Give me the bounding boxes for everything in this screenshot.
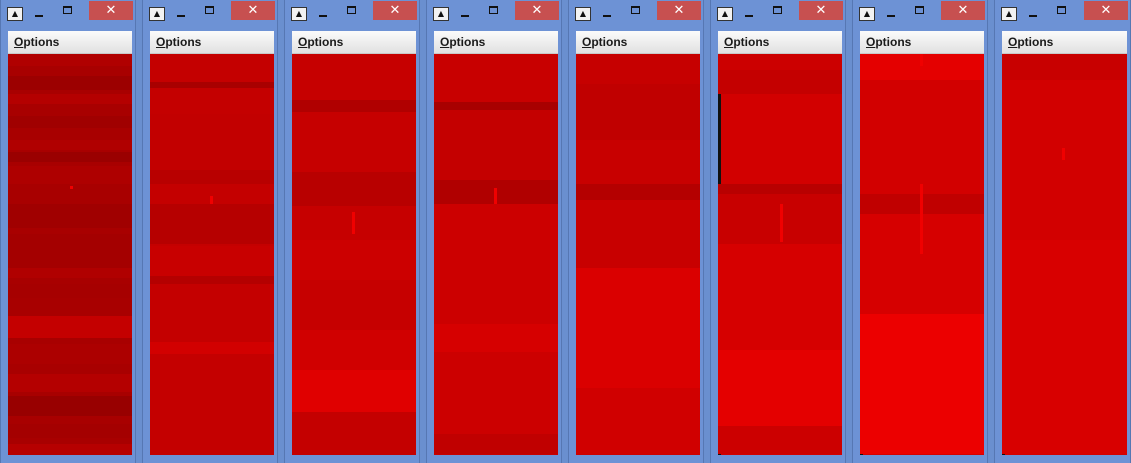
close-button[interactable]: ✕ bbox=[373, 1, 417, 20]
close-button[interactable]: ✕ bbox=[657, 1, 701, 20]
canvas-mark bbox=[920, 184, 923, 254]
minimize-icon[interactable] bbox=[603, 15, 611, 17]
options-label: ptions bbox=[23, 35, 60, 49]
app-icon[interactable]: ▲ bbox=[717, 7, 733, 21]
drawing-canvas[interactable] bbox=[434, 54, 558, 455]
options-menu[interactable]: Options bbox=[1008, 35, 1053, 49]
canvas-mark bbox=[70, 186, 73, 189]
drawing-canvas[interactable] bbox=[576, 54, 700, 455]
options-menu[interactable]: Options bbox=[724, 35, 769, 49]
title-bar[interactable]: ▲ ✕ bbox=[569, 0, 703, 28]
maximize-icon[interactable] bbox=[773, 6, 782, 14]
title-bar[interactable]: ▲ ✕ bbox=[711, 0, 845, 28]
app-window: ▲ ✕ Options bbox=[426, 0, 562, 463]
menu-bar: Options bbox=[434, 31, 558, 54]
maximize-icon[interactable] bbox=[347, 6, 356, 14]
title-bar[interactable]: ▲ ✕ bbox=[1, 0, 135, 28]
drawing-canvas[interactable] bbox=[718, 54, 842, 455]
app-icon[interactable]: ▲ bbox=[859, 7, 875, 21]
close-button[interactable]: ✕ bbox=[799, 1, 843, 20]
options-label: ptions bbox=[307, 35, 344, 49]
minimize-icon[interactable] bbox=[35, 15, 43, 17]
close-button[interactable]: ✕ bbox=[515, 1, 559, 20]
menu-bar: Options bbox=[860, 31, 984, 54]
maximize-icon[interactable] bbox=[631, 6, 640, 14]
options-label: ptions bbox=[733, 35, 770, 49]
canvas-mark bbox=[780, 204, 783, 242]
minimize-icon[interactable] bbox=[319, 15, 327, 17]
options-mnemonic: O bbox=[866, 35, 876, 49]
options-menu[interactable]: Options bbox=[298, 35, 343, 49]
menu-bar: Options bbox=[8, 31, 132, 54]
menu-bar: Options bbox=[150, 31, 274, 54]
canvas-mark bbox=[210, 196, 213, 204]
menu-bar: Options bbox=[576, 31, 700, 54]
options-menu[interactable]: Options bbox=[866, 35, 911, 49]
minimize-icon[interactable] bbox=[887, 15, 895, 17]
options-mnemonic: O bbox=[14, 35, 24, 49]
app-icon[interactable]: ▲ bbox=[575, 7, 591, 21]
canvas-mark bbox=[352, 212, 355, 234]
options-menu[interactable]: Options bbox=[440, 35, 485, 49]
title-bar[interactable]: ▲ ✕ bbox=[995, 0, 1130, 28]
maximize-icon[interactable] bbox=[1057, 6, 1066, 14]
app-window: ▲ ✕ Options bbox=[710, 0, 846, 463]
options-mnemonic: O bbox=[1008, 35, 1018, 49]
maximize-icon[interactable] bbox=[489, 6, 498, 14]
canvas-mark bbox=[1062, 148, 1065, 160]
options-mnemonic: O bbox=[156, 35, 166, 49]
app-window: ▲ ✕ Options bbox=[0, 0, 136, 463]
app-window: ▲ ✕ Options bbox=[994, 0, 1131, 463]
title-bar[interactable]: ▲ ✕ bbox=[853, 0, 987, 28]
app-window: ▲ ✕ Options bbox=[568, 0, 704, 463]
title-bar[interactable]: ▲ ✕ bbox=[143, 0, 277, 28]
title-bar[interactable]: ▲ ✕ bbox=[427, 0, 561, 28]
maximize-icon[interactable] bbox=[63, 6, 72, 14]
minimize-icon[interactable] bbox=[177, 15, 185, 17]
minimize-icon[interactable] bbox=[1029, 15, 1037, 17]
options-mnemonic: O bbox=[724, 35, 734, 49]
canvas-mark bbox=[494, 188, 497, 204]
options-label: ptions bbox=[875, 35, 912, 49]
options-label: ptions bbox=[449, 35, 486, 49]
maximize-icon[interactable] bbox=[915, 6, 924, 14]
options-label: ptions bbox=[1017, 35, 1054, 49]
app-icon[interactable]: ▲ bbox=[433, 7, 449, 21]
options-mnemonic: O bbox=[440, 35, 450, 49]
drawing-canvas[interactable] bbox=[150, 54, 274, 455]
drawing-canvas[interactable] bbox=[8, 54, 132, 455]
maximize-icon[interactable] bbox=[205, 6, 214, 14]
minimize-icon[interactable] bbox=[461, 15, 469, 17]
drawing-canvas[interactable] bbox=[292, 54, 416, 455]
drawing-canvas[interactable] bbox=[1002, 54, 1127, 455]
options-mnemonic: O bbox=[298, 35, 308, 49]
app-icon[interactable]: ▲ bbox=[149, 7, 165, 21]
menu-bar: Options bbox=[292, 31, 416, 54]
options-menu[interactable]: Options bbox=[156, 35, 201, 49]
close-button[interactable]: ✕ bbox=[1084, 1, 1128, 20]
app-window: ▲ ✕ Options bbox=[284, 0, 420, 463]
close-button[interactable]: ✕ bbox=[231, 1, 275, 20]
options-label: ptions bbox=[591, 35, 628, 49]
options-menu[interactable]: Options bbox=[582, 35, 627, 49]
app-window: ▲ ✕ Options bbox=[142, 0, 278, 463]
app-icon[interactable]: ▲ bbox=[7, 7, 23, 21]
close-button[interactable]: ✕ bbox=[941, 1, 985, 20]
app-icon[interactable]: ▲ bbox=[1001, 7, 1017, 21]
menu-bar: Options bbox=[1002, 31, 1127, 54]
minimize-icon[interactable] bbox=[745, 15, 753, 17]
app-window: ▲ ✕ Options bbox=[852, 0, 988, 463]
options-mnemonic: O bbox=[582, 35, 592, 49]
menu-bar: Options bbox=[718, 31, 842, 54]
canvas-mark bbox=[920, 54, 923, 66]
app-icon[interactable]: ▲ bbox=[291, 7, 307, 21]
options-menu[interactable]: Options bbox=[14, 35, 59, 49]
options-label: ptions bbox=[165, 35, 202, 49]
title-bar[interactable]: ▲ ✕ bbox=[285, 0, 419, 28]
drawing-canvas[interactable] bbox=[860, 54, 984, 455]
close-button[interactable]: ✕ bbox=[89, 1, 133, 20]
